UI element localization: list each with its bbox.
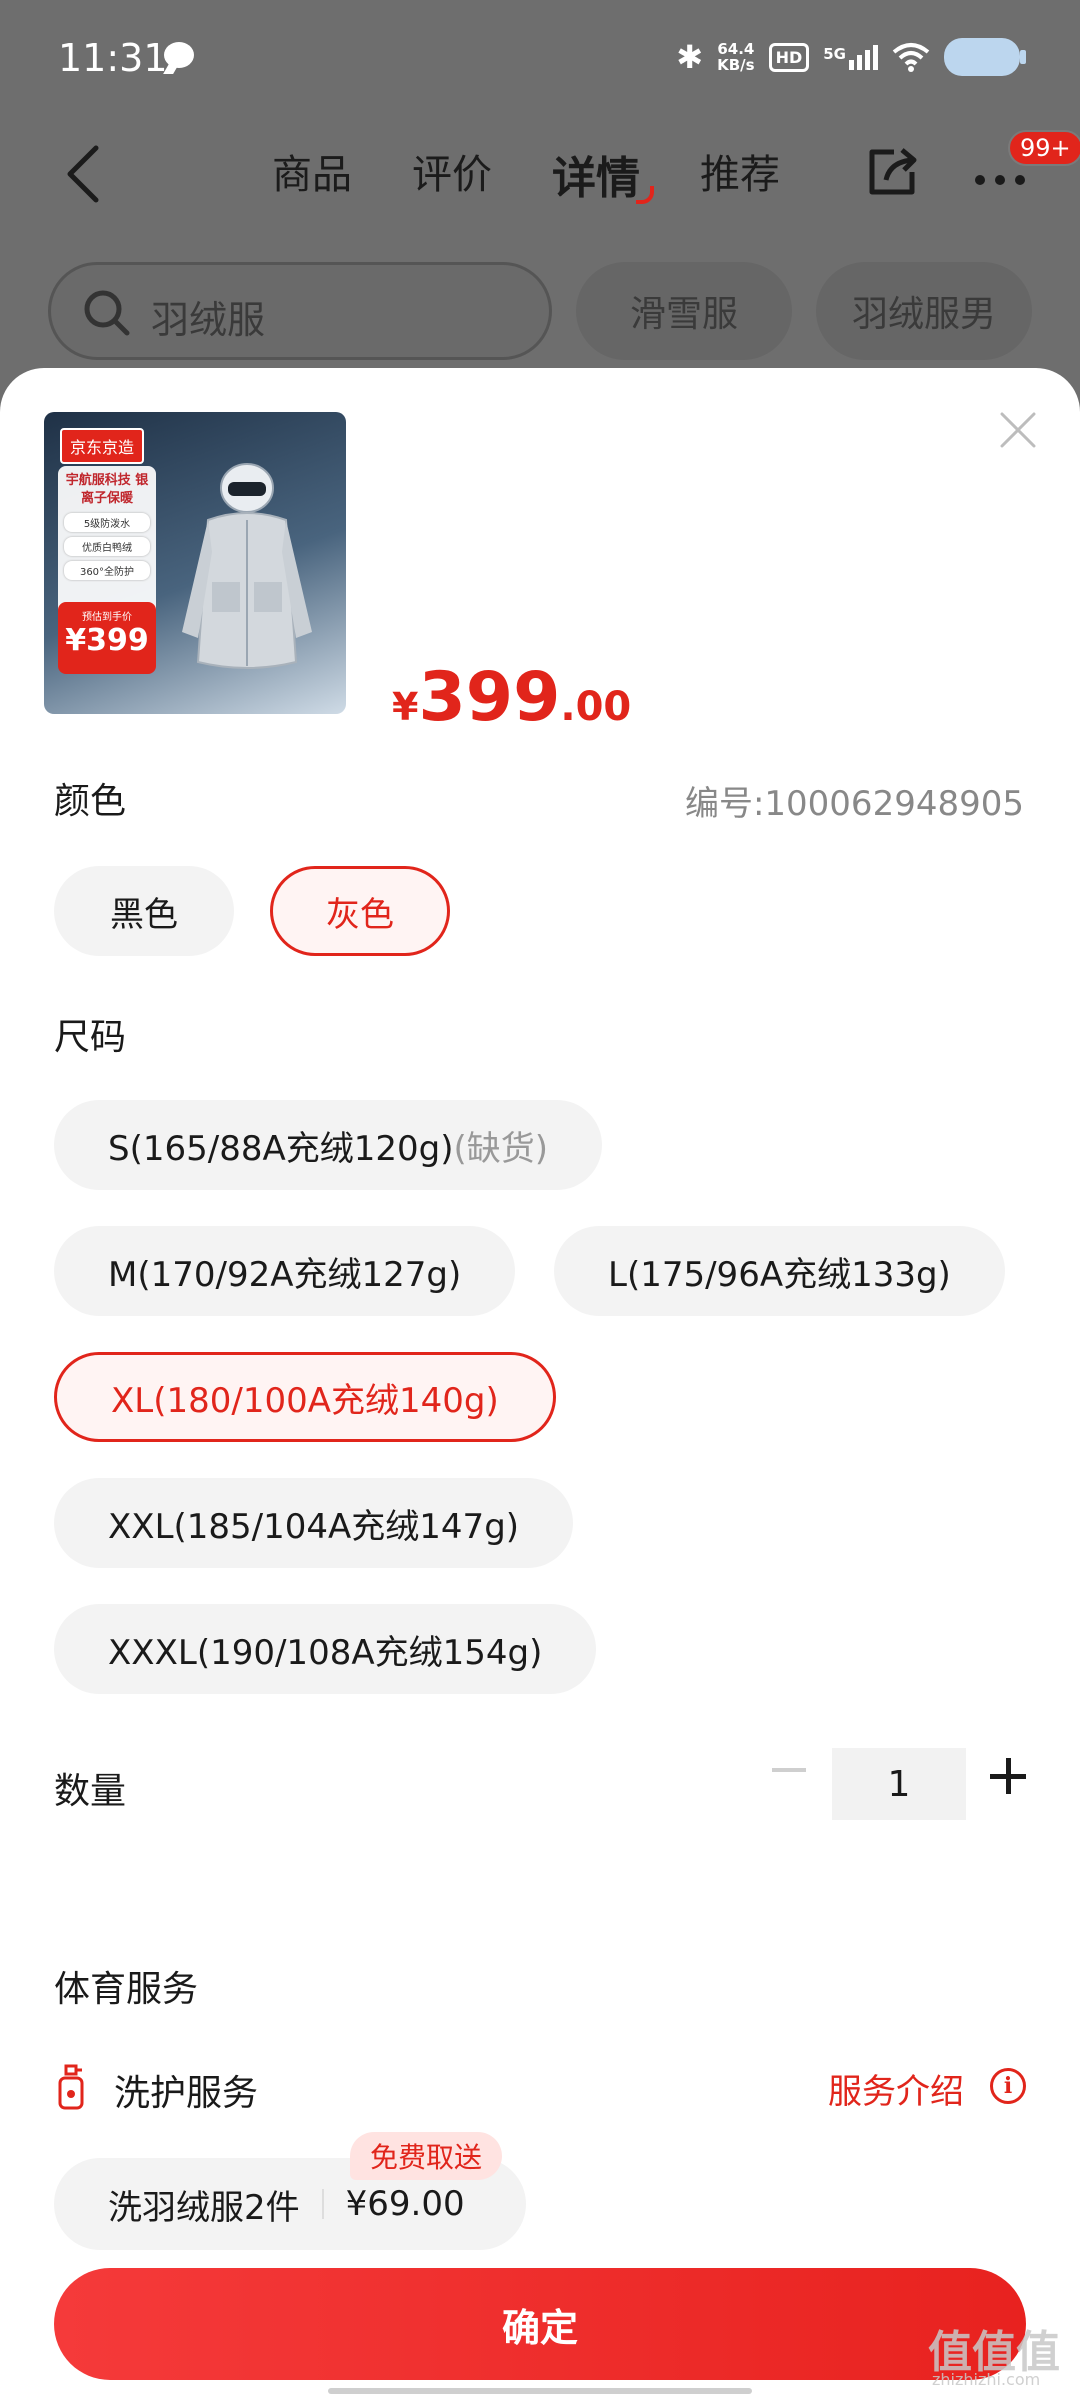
size-option-xxxl[interactable]: XXXL(190/108A充绒154g) (54, 1604, 597, 1694)
feature-headline: 宇航服科技 银离子保暖 (65, 473, 149, 506)
size-option-label: XXXL(190/108A充绒154g) (108, 1632, 543, 1673)
color-option-black[interactable]: 黑色 (54, 866, 234, 956)
signal-icon: 5G (823, 44, 878, 70)
free-pickup-badge: 免费取送 (350, 2132, 503, 2180)
sku-selector-sheet: 京东京造 宇航服科技 银离子保暖 5级防泼水 优质白鸭绒 360°全防护 预估到… (0, 368, 1080, 2400)
color-option-gray[interactable]: 灰色 (270, 866, 450, 956)
quantity-increase-button[interactable] (990, 1758, 1026, 1794)
quantity-input[interactable]: 1 (832, 1748, 966, 1820)
notification-badge: 99+ (1008, 130, 1080, 166)
services-section-title: 体育服务 (54, 1969, 199, 2010)
feature-tag: 360°全防护 (64, 561, 150, 580)
size-option-l[interactable]: L(175/96A充绒133g) (554, 1226, 1005, 1316)
confirm-button[interactable]: 确定 (54, 2268, 1026, 2380)
search-row: 羽绒服 滑雪服 羽绒服男 (0, 262, 1080, 362)
quantity-title: 数量 (54, 1771, 127, 1812)
laundry-bottle-icon (58, 2064, 84, 2110)
size-option-xxl[interactable]: XXL(185/104A充绒147g) (54, 1478, 574, 1568)
divider (321, 2189, 324, 2219)
quantity-decrease-button[interactable] (772, 1768, 806, 1772)
search-icon (84, 290, 130, 336)
size-option-label: XXL(185/104A充绒147g) (108, 1506, 520, 1547)
search-input[interactable]: 羽绒服 (48, 262, 552, 360)
service-intro-link[interactable]: 服务介绍 (828, 2064, 964, 2113)
search-chip-ski-suit[interactable]: 滑雪服 (576, 262, 792, 360)
message-notification-icon (164, 42, 194, 68)
size-option-m[interactable]: M(170/92A充绒127g) (54, 1226, 516, 1316)
service-name: 洗护服务 (114, 2073, 259, 2114)
network-speed: 64.4 KB/s (717, 41, 754, 73)
color-option-label: 黑色 (110, 894, 178, 935)
color-option-label: 灰色 (326, 894, 394, 935)
watermark-url: zhizhizhi.com (932, 2370, 1041, 2389)
price-decimal: .00 (560, 684, 632, 730)
battery-icon (944, 38, 1026, 76)
price-integer: 399 (418, 658, 561, 737)
network-speed-unit: KB/s (717, 56, 755, 74)
image-price: ¥399 (65, 623, 149, 658)
tab-reviews[interactable]: 评价 (412, 142, 492, 206)
signal-label: 5G (823, 44, 846, 63)
top-nav: 商品 评价 详情 推荐 99+ (0, 120, 1080, 230)
size-option-label: M(170/92A充绒127g) (108, 1254, 462, 1295)
image-price-caption: 预估到手价 (82, 612, 132, 623)
service-option-price: ¥69.00 (345, 2184, 465, 2224)
feature-tag: 5级防泼水 (64, 513, 150, 532)
size-option-label: L(175/96A充绒133g) (608, 1254, 951, 1295)
tab-product[interactable]: 商品 (272, 142, 352, 206)
size-option-xl[interactable]: XL(180/100A充绒140g) (54, 1352, 556, 1442)
feature-card: 宇航服科技 银离子保暖 5级防泼水 优质白鸭绒 360°全防护 (58, 466, 156, 616)
search-query: 羽绒服 (151, 298, 266, 342)
hd-icon: HD (768, 42, 810, 72)
out-of-stock-note: (缺货) (453, 1128, 548, 1169)
size-option-label: XL(180/100A充绒140g) (111, 1380, 499, 1421)
status-bar: 11:31 ✱ 64.4 KB/s HD 5G (0, 0, 1080, 120)
share-icon[interactable] (864, 144, 920, 200)
search-chip-mens-down[interactable]: 羽绒服男 (816, 262, 1032, 360)
image-price-badge: 预估到手价 ¥399 (58, 602, 156, 674)
info-icon[interactable]: i (990, 2068, 1026, 2104)
nav-tabs: 商品 评价 详情 推荐 (272, 142, 780, 206)
back-arrow-icon[interactable] (60, 144, 110, 204)
brand-label: 京东京造 (60, 428, 145, 464)
network-speed-value: 64.4 (717, 40, 755, 58)
feature-tag: 优质白鸭绒 (64, 537, 150, 556)
product-price: ¥399.00 (392, 658, 631, 737)
jacket-model-illustration (182, 463, 312, 669)
status-time: 11:31 (58, 36, 168, 80)
status-icons: ✱ 64.4 KB/s HD 5G (676, 34, 1026, 80)
product-thumbnail[interactable]: 京东京造 宇航服科技 银离子保暖 5级防泼水 优质白鸭绒 360°全防护 预估到… (44, 412, 346, 714)
home-indicator[interactable] (328, 2388, 752, 2394)
price-currency: ¥ (392, 685, 419, 729)
wifi-icon (892, 43, 930, 72)
tab-details[interactable]: 详情 (552, 142, 654, 206)
tab-recommend[interactable]: 推荐 (700, 142, 780, 206)
bluetooth-icon: ✱ (676, 38, 704, 76)
color-section-title: 颜色 (54, 781, 127, 822)
size-option-label: S(165/88A充绒120g) (108, 1128, 454, 1169)
close-icon[interactable] (998, 410, 1038, 450)
size-option-s[interactable]: S(165/88A充绒120g) (缺货) (54, 1100, 602, 1190)
size-section-title: 尺码 (54, 1017, 127, 1058)
service-option-name: 洗羽绒服2件 (108, 2187, 300, 2228)
sku-number: 编号:100062948905 (684, 784, 1024, 824)
